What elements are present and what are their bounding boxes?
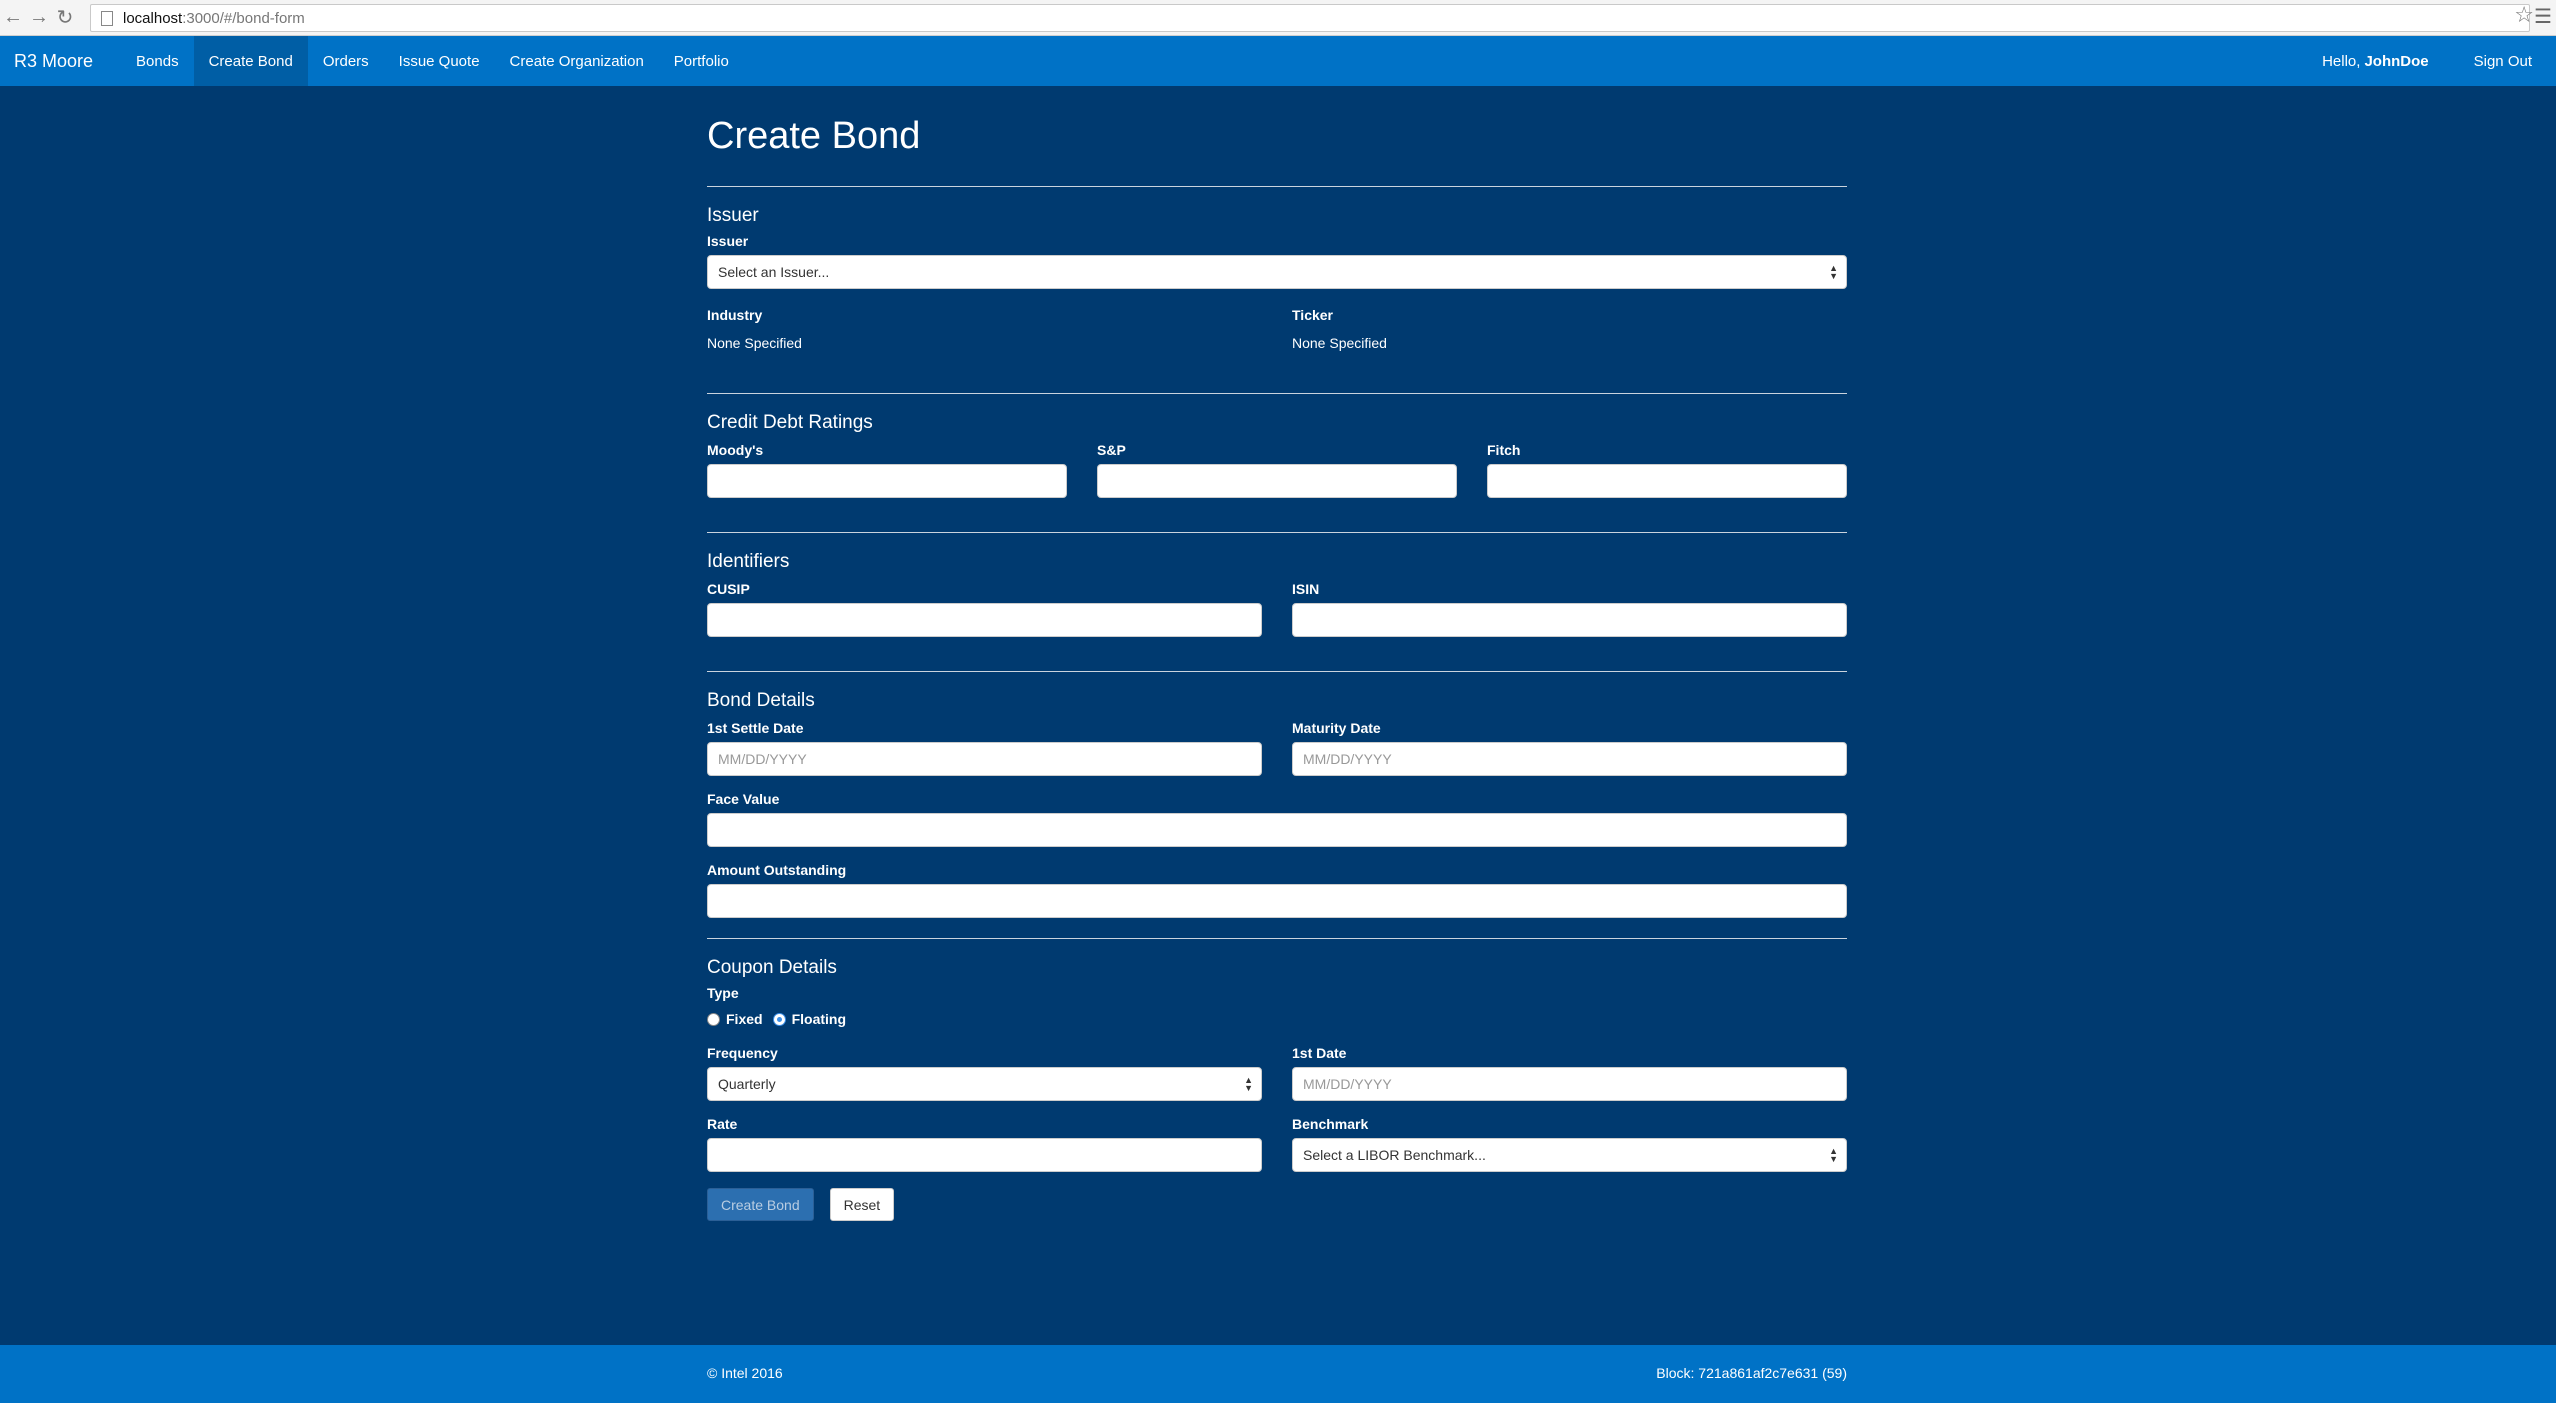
ticker-label: Ticker — [1292, 307, 1333, 323]
sign-out-link[interactable]: Sign Out — [2459, 36, 2556, 86]
amount-outstanding-input[interactable] — [707, 884, 1847, 918]
nav-portfolio[interactable]: Portfolio — [659, 36, 744, 86]
benchmark-select-value: Select a LIBOR Benchmark... — [1303, 1147, 1486, 1163]
footer-block-info: Block: 721a861af2c7e631 (59) — [1656, 1365, 1847, 1381]
divider — [707, 532, 1847, 533]
industry-label: Industry — [707, 307, 763, 323]
face-value-input[interactable] — [707, 813, 1847, 847]
divider — [707, 671, 1847, 672]
section-title-identifiers: Identifiers — [707, 551, 790, 572]
select-arrows-icon: ▲ ▼ — [1829, 263, 1838, 281]
sp-input[interactable] — [1097, 464, 1457, 498]
cusip-label: CUSIP — [707, 581, 750, 597]
select-arrows-icon: ▲ ▼ — [1244, 1075, 1253, 1093]
create-bond-button[interactable]: Create Bond — [707, 1188, 814, 1221]
footer-copyright: © Intel 2016 — [707, 1365, 783, 1381]
rate-input[interactable] — [707, 1138, 1262, 1172]
section-title-ratings: Credit Debt Ratings — [707, 412, 873, 433]
nav-orders[interactable]: Orders — [308, 36, 384, 86]
floating-radio-label[interactable]: Floating — [792, 1011, 846, 1027]
frequency-select[interactable]: Quarterly ▲ ▼ — [707, 1067, 1262, 1101]
back-icon[interactable]: ← — [0, 3, 26, 33]
benchmark-label: Benchmark — [1292, 1116, 1369, 1132]
footer: © Intel 2016 Block: 721a861af2c7e631 (59… — [0, 1345, 2556, 1403]
divider — [707, 938, 1847, 939]
benchmark-select[interactable]: Select a LIBOR Benchmark... ▲ ▼ — [1292, 1138, 1847, 1172]
forward-icon[interactable]: → — [26, 3, 52, 33]
industry-value: None Specified — [707, 335, 802, 351]
browser-toolbar: ← → ↻ localhost:3000/#/bond-form ☆ ☰ — [0, 0, 2556, 36]
nav-bonds[interactable]: Bonds — [121, 36, 194, 86]
isin-input[interactable] — [1292, 603, 1847, 637]
fitch-input[interactable] — [1487, 464, 1847, 498]
floating-radio[interactable] — [772, 1012, 786, 1026]
greeting-prefix: Hello, — [2322, 52, 2361, 70]
page-title: Create Bond — [707, 115, 921, 157]
divider — [707, 186, 1847, 187]
settle-date-input[interactable]: MM/DD/YYYY — [707, 742, 1262, 776]
fitch-label: Fitch — [1487, 442, 1521, 458]
user-greeting: Hello, JohnDoe — [2322, 36, 2459, 86]
reload-icon[interactable]: ↻ — [52, 3, 78, 33]
maturity-date-label: Maturity Date — [1292, 720, 1381, 736]
address-bar[interactable]: localhost:3000/#/bond-form — [90, 4, 2530, 32]
url-path: :3000/#/bond-form — [182, 9, 305, 27]
brand-link[interactable]: R3 Moore — [0, 36, 121, 86]
frequency-label: Frequency — [707, 1045, 778, 1061]
url-host: localhost — [123, 9, 183, 27]
fixed-radio-label[interactable]: Fixed — [726, 1011, 763, 1027]
bookmark-star-icon[interactable]: ☆ — [2514, 2, 2534, 28]
moodys-input[interactable] — [707, 464, 1067, 498]
section-title-coupon: Coupon Details — [707, 957, 837, 978]
issuer-select[interactable]: Select an Issuer... ▲ ▼ — [707, 255, 1847, 289]
nav-issue-quote[interactable]: Issue Quote — [384, 36, 495, 86]
face-value-label: Face Value — [707, 791, 780, 807]
username: JohnDoe — [2364, 52, 2429, 70]
issuer-select-value: Select an Issuer... — [718, 264, 830, 280]
reset-button[interactable]: Reset — [829, 1188, 895, 1221]
section-title-bond-details: Bond Details — [707, 690, 815, 711]
cusip-input[interactable] — [707, 603, 1262, 637]
divider — [707, 393, 1847, 394]
select-arrows-icon: ▲ ▼ — [1829, 1146, 1838, 1164]
maturity-date-input[interactable]: MM/DD/YYYY — [1292, 742, 1847, 776]
bond-form: Create Bond Issuer Issuer Select an Issu… — [707, 86, 1847, 1221]
coupon-type-radio-group: Fixed Floating — [707, 1011, 1847, 1027]
nav-create-organization[interactable]: Create Organization — [495, 36, 659, 86]
rate-label: Rate — [707, 1116, 738, 1132]
fixed-radio[interactable] — [707, 1012, 720, 1026]
section-title-issuer: Issuer — [707, 205, 759, 226]
isin-label: ISIN — [1292, 581, 1320, 597]
sp-label: S&P — [1097, 442, 1126, 458]
moodys-label: Moody's — [707, 442, 764, 458]
first-date-input[interactable]: MM/DD/YYYY — [1292, 1067, 1847, 1101]
first-date-label: 1st Date — [1292, 1045, 1347, 1061]
frequency-select-value: Quarterly — [718, 1076, 776, 1092]
settle-date-label: 1st Settle Date — [707, 720, 804, 736]
amount-outstanding-label: Amount Outstanding — [707, 862, 847, 878]
top-navbar: R3 Moore Bonds Create Bond Orders Issue … — [0, 36, 2556, 86]
page-icon — [101, 10, 113, 26]
ticker-value: None Specified — [1292, 335, 1387, 351]
nav-create-bond[interactable]: Create Bond — [193, 36, 308, 86]
type-label: Type — [707, 985, 739, 1001]
issuer-label: Issuer — [707, 233, 749, 249]
browser-menu-icon[interactable]: ☰ — [2534, 4, 2552, 29]
